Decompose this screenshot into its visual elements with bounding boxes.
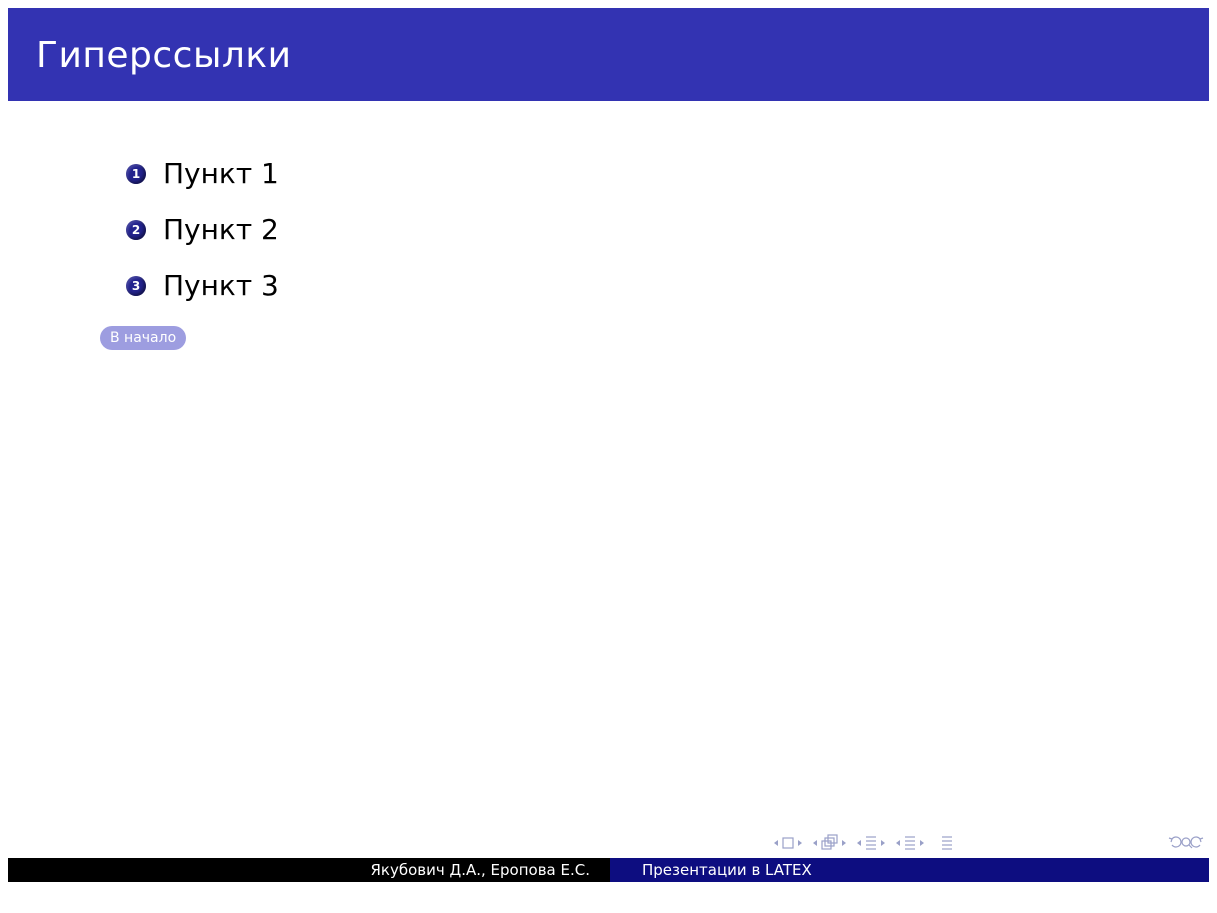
window-left-edge	[0, 0, 8, 913]
footer-title-panel: Презентации в LATEX	[610, 858, 1209, 882]
footer-authors-panel: Якубович Д.А., Еропова Е.С.	[8, 858, 610, 882]
slide-title: Гиперссылки	[36, 35, 292, 76]
nav-frame-back-icon[interactable]	[774, 840, 778, 846]
item-number-ball: 3	[126, 276, 146, 296]
list-item: 1 Пункт 1	[126, 146, 279, 202]
nav-redo-icon[interactable]	[1190, 836, 1204, 848]
nav-presentation-icon[interactable]	[905, 836, 915, 850]
footer-authors: Якубович Д.А., Еропова Е.С.	[370, 861, 590, 879]
item-number-ball: 2	[126, 220, 146, 240]
nav-presentation-forward-icon[interactable]	[920, 840, 924, 846]
go-to-start-button[interactable]: В начало	[100, 326, 187, 350]
nav-section-forward-icon[interactable]	[881, 840, 885, 846]
list-item: 2 Пункт 2	[126, 202, 279, 258]
list-item-label: Пункт 2	[163, 213, 279, 246]
nav-appendix-icon[interactable]	[942, 836, 952, 850]
item-number-ball: 1	[126, 164, 146, 184]
nav-subsection-forward-icon[interactable]	[842, 840, 846, 846]
footer-presentation-title: Презентации в LATEX	[642, 861, 812, 879]
footer: Якубович Д.А., Еропова Е.С. Презентации …	[8, 858, 1209, 882]
nav-frame-icon[interactable]	[782, 837, 794, 849]
nav-undo-icon[interactable]	[1168, 836, 1182, 848]
list-item: 3 Пункт 3	[126, 258, 279, 314]
list-item-label: Пункт 3	[163, 269, 279, 302]
nav-subsection-back-icon[interactable]	[813, 840, 817, 846]
beamer-navigation-bar	[774, 834, 1204, 850]
nav-section-icon[interactable]	[866, 836, 876, 850]
nav-subsection-icon[interactable]	[821, 834, 838, 850]
nav-section-back-icon[interactable]	[857, 840, 861, 846]
list-item-label: Пункт 1	[163, 157, 279, 190]
nav-frame-forward-icon[interactable]	[798, 840, 802, 846]
title-bar: Гиперссылки	[8, 8, 1209, 101]
nav-presentation-back-icon[interactable]	[896, 840, 900, 846]
slide: Гиперссылки 1 Пункт 1 2 Пункт 2 3 Пункт …	[8, 8, 1209, 905]
enumerated-list: 1 Пункт 1 2 Пункт 2 3 Пункт 3	[126, 146, 279, 314]
